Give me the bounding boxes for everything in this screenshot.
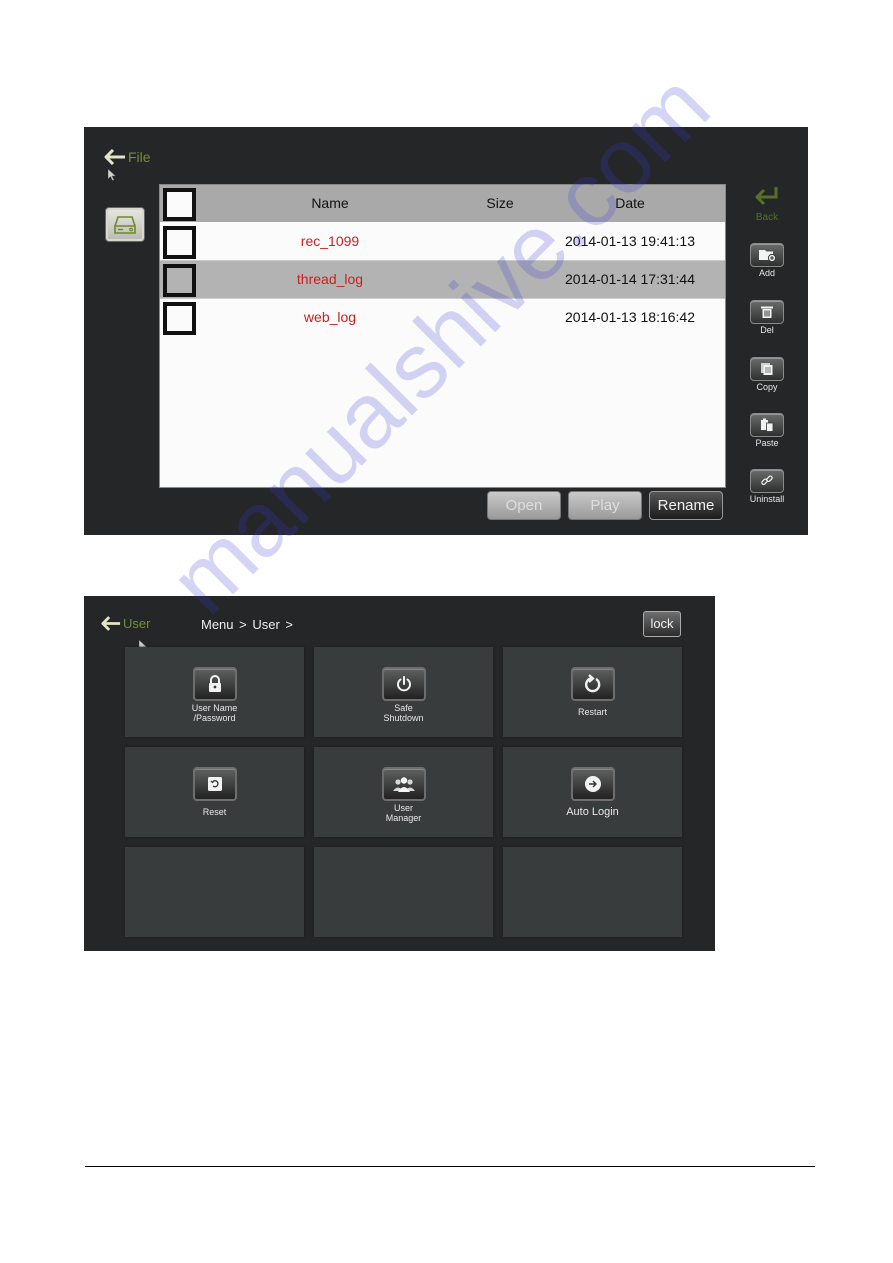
uninstall-button[interactable]: Uninstall bbox=[748, 469, 786, 504]
open-button[interactable]: Open bbox=[487, 491, 561, 520]
tile-empty bbox=[314, 847, 493, 937]
table-row[interactable]: rec_1099 2014-01-13 19:41:13 bbox=[160, 223, 725, 261]
file-date: 2014-01-13 18:16:42 bbox=[565, 309, 695, 325]
table-header-row: Name Size Date bbox=[160, 185, 725, 222]
file-title: File bbox=[128, 149, 151, 165]
link-icon bbox=[761, 475, 773, 486]
file-date: 2014-01-13 19:41:13 bbox=[565, 233, 695, 249]
file-table: Name Size Date rec_1099 2014-01-13 19:41… bbox=[159, 184, 726, 488]
paste-icon bbox=[761, 418, 774, 432]
tile-label-line2: Manager bbox=[385, 813, 422, 823]
column-header-name[interactable]: Name bbox=[200, 185, 460, 222]
copy-label: Copy bbox=[756, 382, 778, 392]
tile-safe-shutdown[interactable]: Safe Shutdown bbox=[314, 647, 493, 737]
arrow-left-icon bbox=[101, 616, 121, 631]
copy-button-face[interactable] bbox=[750, 357, 784, 381]
row-checkbox[interactable] bbox=[163, 302, 196, 335]
tile-icon-button[interactable] bbox=[571, 767, 615, 801]
tile-label-line2: Shutdown bbox=[383, 713, 424, 723]
user-menu-screenshot: User Menu > User > lock User Name /Passw… bbox=[84, 596, 715, 951]
tile-icon-button[interactable] bbox=[193, 667, 237, 701]
folder-add-icon bbox=[759, 250, 776, 262]
select-all-checkbox[interactable] bbox=[163, 188, 196, 221]
restart-icon bbox=[584, 674, 601, 693]
tile-icon-button[interactable] bbox=[193, 767, 237, 801]
reset-icon bbox=[208, 777, 222, 791]
tile-label: Restart bbox=[503, 707, 682, 717]
arrow-left-icon bbox=[104, 149, 125, 165]
user-title: User bbox=[123, 616, 151, 631]
tile-user-name-password[interactable]: User Name /Password bbox=[125, 647, 304, 737]
tile-auto-login[interactable]: Auto Login bbox=[503, 747, 682, 837]
tile-reset[interactable]: Reset bbox=[125, 747, 304, 837]
tile-label: Safe Shutdown bbox=[314, 703, 493, 723]
rename-button[interactable]: Rename bbox=[649, 491, 723, 520]
file-name: thread_log bbox=[296, 271, 364, 287]
tile-user-manager[interactable]: User Manager bbox=[314, 747, 493, 837]
file-name: rec_1099 bbox=[300, 233, 360, 249]
tile-icon-button[interactable] bbox=[571, 667, 615, 701]
tile-icon-button[interactable] bbox=[382, 667, 426, 701]
file-date: 2014-01-14 17:31:44 bbox=[565, 271, 695, 287]
return-arrow-icon bbox=[755, 187, 778, 206]
tile-label-line1: User bbox=[393, 803, 413, 813]
user-back-button[interactable]: User bbox=[101, 616, 150, 631]
uninstall-label: Uninstall bbox=[749, 494, 785, 504]
breadcrumb: Menu > User > bbox=[201, 617, 293, 632]
file-size bbox=[460, 261, 540, 298]
lock-icon bbox=[209, 675, 221, 692]
hard-drive-icon bbox=[114, 215, 136, 234]
file-back-button[interactable]: File bbox=[104, 149, 151, 165]
back-button[interactable]: Back bbox=[748, 185, 786, 223]
tile-label: Reset bbox=[125, 807, 304, 817]
delete-button-face[interactable] bbox=[750, 300, 784, 324]
paste-label: Paste bbox=[755, 438, 779, 448]
mouse-cursor-icon bbox=[108, 169, 116, 181]
tile-label-line1: Auto Login bbox=[566, 806, 619, 818]
file-size bbox=[460, 223, 540, 260]
tile-label-line1: Restart bbox=[577, 707, 607, 717]
tile-label-line2: /Password bbox=[193, 713, 236, 723]
back-label: Back bbox=[755, 212, 779, 223]
tile-label-line1: User Name bbox=[191, 703, 238, 713]
storage-drive-button[interactable] bbox=[105, 207, 145, 242]
arrow-circle-icon bbox=[585, 776, 601, 792]
paste-button-face[interactable] bbox=[750, 413, 784, 437]
power-icon bbox=[397, 676, 411, 692]
file-name: web_log bbox=[303, 309, 357, 325]
add-button-face[interactable] bbox=[750, 243, 784, 267]
tile-label: Auto Login bbox=[503, 806, 682, 818]
copy-button[interactable]: Copy bbox=[748, 357, 786, 392]
tile-restart[interactable]: Restart bbox=[503, 647, 682, 737]
tile-icon-button[interactable] bbox=[382, 767, 426, 801]
add-label: Add bbox=[758, 268, 775, 278]
footer-divider bbox=[85, 1166, 815, 1167]
paste-button[interactable]: Paste bbox=[748, 413, 786, 448]
trash-icon bbox=[761, 306, 773, 318]
row-checkbox[interactable] bbox=[163, 226, 196, 259]
column-header-size[interactable]: Size bbox=[460, 185, 540, 222]
tile-empty bbox=[503, 847, 682, 937]
row-checkbox[interactable] bbox=[163, 264, 196, 297]
tile-label-line1: Safe bbox=[394, 703, 413, 713]
users-icon bbox=[393, 777, 415, 792]
tile-label-line1: Reset bbox=[202, 807, 227, 817]
table-row[interactable]: thread_log 2014-01-14 17:31:44 bbox=[160, 261, 725, 299]
delete-label: Del bbox=[760, 325, 774, 335]
lock-button[interactable]: lock bbox=[643, 611, 681, 637]
delete-button[interactable]: Del bbox=[748, 300, 786, 335]
play-button[interactable]: Play bbox=[568, 491, 642, 520]
file-size bbox=[460, 299, 540, 336]
add-button[interactable]: Add bbox=[748, 243, 786, 278]
tile-label: User Name /Password bbox=[125, 703, 304, 723]
tile-empty bbox=[125, 847, 304, 937]
tile-label: User Manager bbox=[314, 803, 493, 823]
table-row[interactable]: web_log 2014-01-13 18:16:42 bbox=[160, 299, 725, 336]
file-manager-screenshot: File Name Size Date rec_1099 2014-01-13 … bbox=[84, 127, 808, 535]
copy-icon bbox=[761, 363, 773, 375]
uninstall-button-face[interactable] bbox=[750, 469, 784, 493]
column-header-date[interactable]: Date bbox=[540, 185, 720, 222]
